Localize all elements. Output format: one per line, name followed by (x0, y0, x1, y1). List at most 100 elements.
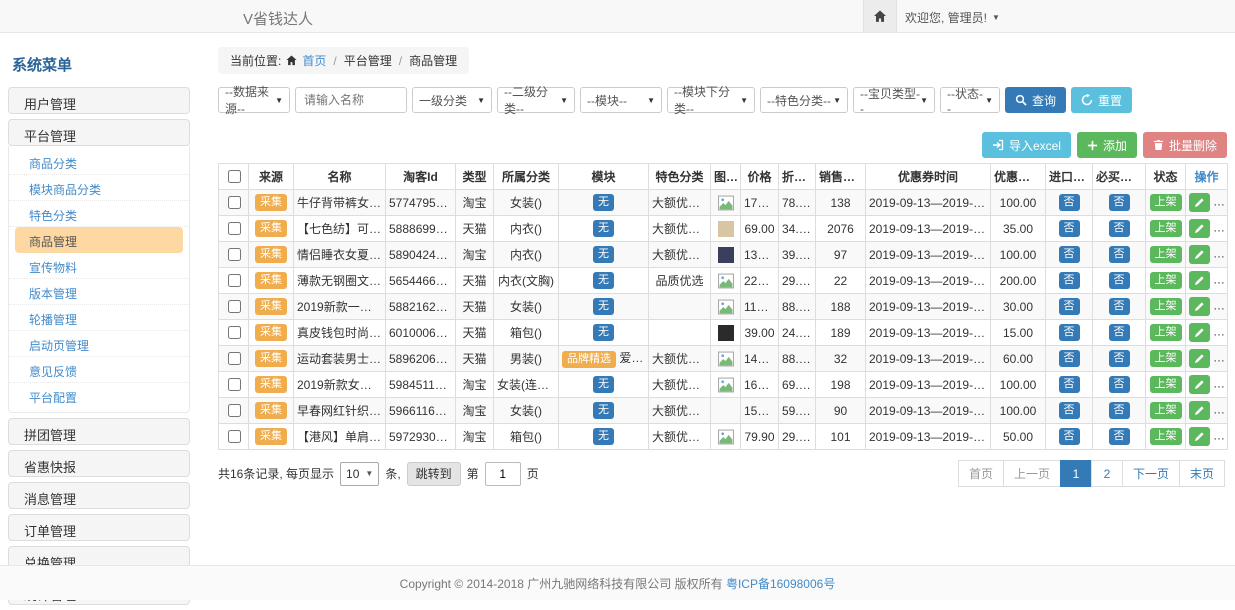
column-header: 操作 (1186, 164, 1228, 190)
search-button[interactable]: 查询 (1005, 87, 1066, 113)
icp-link[interactable]: 粤ICP备16098006号 (726, 575, 835, 592)
status-badge[interactable]: 上架 (1150, 298, 1182, 315)
sidebar-subitem-link[interactable]: 平台配置 (9, 383, 189, 409)
import-select-toggle[interactable]: 否 (1059, 324, 1080, 341)
page-button[interactable]: 2 (1091, 460, 1123, 487)
row-checkbox[interactable] (228, 352, 241, 365)
filter-select[interactable]: --模块下分类--▼ (667, 87, 755, 113)
import-select-toggle[interactable]: 否 (1059, 272, 1080, 289)
sidebar-item-platform-mgmt[interactable]: 平台管理 (8, 119, 190, 146)
status-badge[interactable]: 上架 (1150, 220, 1182, 237)
import-select-toggle[interactable]: 否 (1059, 350, 1080, 367)
sidebar-item-section[interactable]: 拼团管理 (8, 418, 190, 445)
must-buy-toggle[interactable]: 否 (1109, 428, 1130, 445)
page-button[interactable]: 1 (1060, 460, 1092, 487)
must-buy-toggle[interactable]: 否 (1109, 402, 1130, 419)
select-all-checkbox[interactable] (228, 170, 241, 183)
home-shortcut[interactable] (863, 0, 897, 32)
import-select-toggle[interactable]: 否 (1059, 428, 1080, 445)
bulk-delete-button[interactable]: 批量删除 (1143, 132, 1227, 158)
row-checkbox[interactable] (228, 404, 241, 417)
table-row: 采集2019新款女秋薄款...598451162391淘宝女装(连衣裙)无大额优… (219, 372, 1228, 398)
status-badge[interactable]: 上架 (1150, 272, 1182, 289)
price-cell: 79.90 (741, 424, 779, 450)
must-buy-toggle[interactable]: 否 (1109, 220, 1130, 237)
per-page-select[interactable]: 10 ▼ (340, 462, 379, 486)
module-badge: 无 (593, 220, 614, 237)
edit-button[interactable] (1189, 323, 1210, 342)
row-checkbox[interactable] (228, 300, 241, 313)
sidebar-item-section[interactable]: 订单管理 (8, 514, 190, 541)
filter-select[interactable]: --二级分类--▼ (497, 87, 575, 113)
page-button[interactable]: 末页 (1179, 460, 1225, 487)
user-menu[interactable]: 欢迎您, 管理员! ▼ (905, 9, 1000, 26)
must-buy-toggle[interactable]: 否 (1109, 272, 1130, 289)
edit-button[interactable] (1189, 271, 1210, 290)
import-excel-button[interactable]: 导入excel (982, 132, 1071, 158)
must-buy-toggle[interactable]: 否 (1109, 246, 1130, 263)
sidebar-subitem-link[interactable]: 版本管理 (9, 279, 189, 305)
breadcrumb-home-link[interactable]: 首页 (302, 52, 326, 69)
import-select-toggle[interactable]: 否 (1059, 194, 1080, 211)
sidebar-subitem-link[interactable]: 商品分类 (9, 149, 189, 175)
sidebar-subitem-link[interactable]: 启动页管理 (9, 331, 189, 357)
page-button[interactable]: 下一页 (1122, 460, 1180, 487)
filter-select[interactable]: --数据来源--▼ (218, 87, 290, 113)
status-badge[interactable]: 上架 (1150, 350, 1182, 367)
sidebar-subitem-active[interactable]: 商品管理 (15, 227, 183, 253)
sidebar-subitem-link[interactable]: 宣传物料 (9, 253, 189, 279)
row-checkbox[interactable] (228, 248, 241, 261)
row-checkbox[interactable] (228, 378, 241, 391)
add-button[interactable]: 添加 (1077, 132, 1137, 158)
must-buy-toggle[interactable]: 否 (1109, 324, 1130, 341)
row-checkbox[interactable] (228, 430, 241, 443)
import-select-toggle[interactable]: 否 (1059, 402, 1080, 419)
sidebar-subitem-link[interactable]: 轮播管理 (9, 305, 189, 331)
import-select-toggle[interactable]: 否 (1059, 298, 1080, 315)
row-checkbox[interactable] (228, 326, 241, 339)
status-badge[interactable]: 上架 (1150, 402, 1182, 419)
filter-select[interactable]: --宝贝类型--▼ (853, 87, 935, 113)
breadcrumb-separator: / (397, 54, 404, 68)
sidebar-item-section[interactable]: 消息管理 (8, 482, 190, 509)
status-badge[interactable]: 上架 (1150, 246, 1182, 263)
sidebar-subitem-link[interactable]: 模块商品分类 (9, 175, 189, 201)
filter-select[interactable]: --特色分类--▼ (760, 87, 848, 113)
jump-to-button[interactable]: 跳转到 (407, 462, 461, 486)
edit-button[interactable] (1189, 427, 1210, 446)
row-checkbox[interactable] (228, 196, 241, 209)
sidebar-subitem-link[interactable]: 特色分类 (9, 201, 189, 227)
jump-page-input[interactable] (485, 462, 521, 486)
category-cell: 女装(连衣裙) (494, 372, 559, 398)
filter-select[interactable]: --模块--▼ (580, 87, 662, 113)
import-select-toggle[interactable]: 否 (1059, 376, 1080, 393)
edit-icon (1194, 301, 1205, 312)
row-checkbox[interactable] (228, 222, 241, 235)
must-buy-toggle[interactable]: 否 (1109, 376, 1130, 393)
must-buy-toggle[interactable]: 否 (1109, 194, 1130, 211)
edit-button[interactable] (1189, 193, 1210, 212)
must-buy-toggle[interactable]: 否 (1109, 350, 1130, 367)
status-badge[interactable]: 上架 (1150, 428, 1182, 445)
import-select-toggle[interactable]: 否 (1059, 246, 1080, 263)
filter-select[interactable]: --状态--▼ (940, 87, 1000, 113)
sidebar-item-user-mgmt[interactable]: 用户管理 (8, 87, 190, 114)
reset-button[interactable]: 重置 (1071, 87, 1132, 113)
source-cell: 采集 (249, 294, 294, 320)
status-badge[interactable]: 上架 (1150, 194, 1182, 211)
status-badge[interactable]: 上架 (1150, 324, 1182, 341)
filter-select[interactable]: 一级分类▼ (412, 87, 492, 113)
sidebar-subitem-link[interactable]: 意见反馈 (9, 357, 189, 383)
import-select-toggle[interactable]: 否 (1059, 220, 1080, 237)
sidebar-item-section[interactable]: 省惠快报 (8, 450, 190, 477)
product-name-input[interactable] (295, 87, 407, 113)
edit-button[interactable] (1189, 375, 1210, 394)
edit-button[interactable] (1189, 297, 1210, 316)
row-checkbox[interactable] (228, 274, 241, 287)
edit-button[interactable] (1189, 219, 1210, 238)
status-badge[interactable]: 上架 (1150, 376, 1182, 393)
must-buy-toggle[interactable]: 否 (1109, 298, 1130, 315)
edit-button[interactable] (1189, 401, 1210, 420)
edit-button[interactable] (1189, 245, 1210, 264)
edit-button[interactable] (1189, 349, 1210, 368)
